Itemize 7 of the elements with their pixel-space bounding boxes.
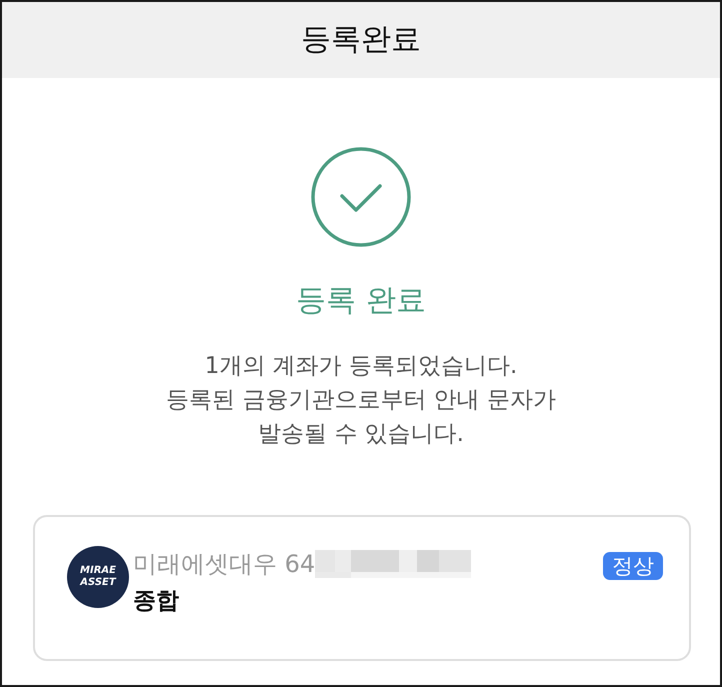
status-badge: 정상 [603,552,663,580]
result-message: 1개의 계좌가 등록되었습니다. 등록된 금융기관으로부터 안내 문자가 발송될 수 있습니다. [166,352,556,449]
institution-logo: MIRAE ASSET [67,546,129,608]
account-name: 미래에셋대우 64 [133,550,316,578]
page-title: 등록완료 [301,22,421,58]
result-heading: 등록 완료 [296,283,426,319]
account-type: 종합 [133,588,179,616]
